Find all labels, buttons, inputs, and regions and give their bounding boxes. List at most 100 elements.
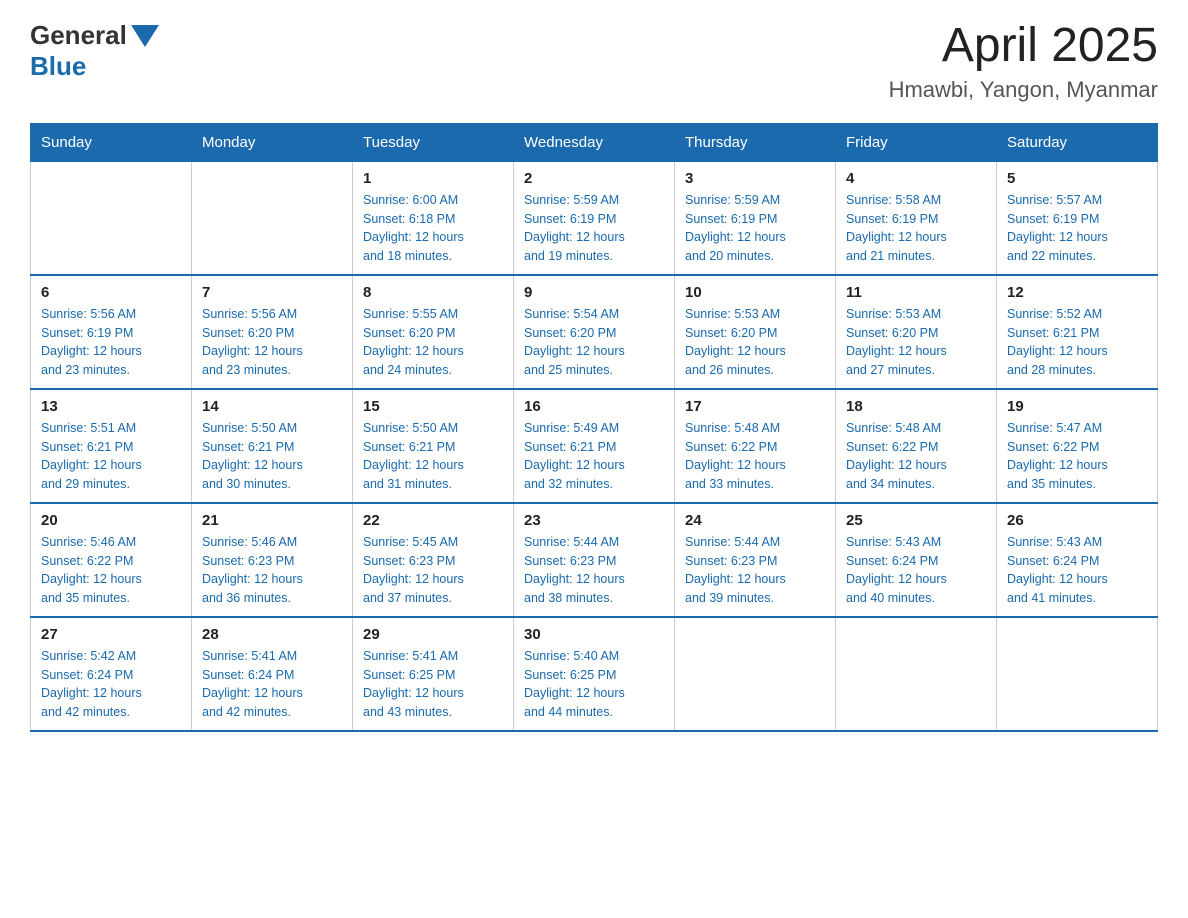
day-info: Sunrise: 5:40 AMSunset: 6:25 PMDaylight:…: [524, 647, 664, 722]
calendar-week-row: 1 Sunrise: 6:00 AMSunset: 6:18 PMDaylight…: [31, 161, 1158, 275]
day-number: 25: [846, 512, 986, 529]
day-number: 7: [202, 284, 342, 301]
day-info: Sunrise: 5:41 AMSunset: 6:25 PMDaylight:…: [363, 647, 503, 722]
day-number: 2: [524, 170, 664, 187]
day-info: Sunrise: 5:50 AMSunset: 6:21 PMDaylight:…: [363, 419, 503, 494]
calendar-cell: [675, 617, 836, 731]
day-info: Sunrise: 5:54 AMSunset: 6:20 PMDaylight:…: [524, 305, 664, 380]
day-number: 28: [202, 626, 342, 643]
day-number: 29: [363, 626, 503, 643]
logo-general-text: General: [30, 20, 127, 51]
day-info: Sunrise: 5:42 AMSunset: 6:24 PMDaylight:…: [41, 647, 181, 722]
calendar-table: SundayMondayTuesdayWednesdayThursdayFrid…: [30, 123, 1158, 732]
calendar-day-header: Tuesday: [353, 123, 514, 161]
calendar-cell: 29 Sunrise: 5:41 AMSunset: 6:25 PMDayligh…: [353, 617, 514, 731]
calendar-cell: 7 Sunrise: 5:56 AMSunset: 6:20 PMDaylight…: [192, 275, 353, 389]
day-info: Sunrise: 5:48 AMSunset: 6:22 PMDaylight:…: [846, 419, 986, 494]
calendar-cell: 22 Sunrise: 5:45 AMSunset: 6:23 PMDayligh…: [353, 503, 514, 617]
day-number: 14: [202, 398, 342, 415]
day-info: Sunrise: 5:43 AMSunset: 6:24 PMDaylight:…: [1007, 533, 1147, 608]
day-info: Sunrise: 5:45 AMSunset: 6:23 PMDaylight:…: [363, 533, 503, 608]
day-number: 21: [202, 512, 342, 529]
day-info: Sunrise: 5:44 AMSunset: 6:23 PMDaylight:…: [524, 533, 664, 608]
location-subtitle: Hmawbi, Yangon, Myanmar: [889, 77, 1158, 103]
calendar-cell: 25 Sunrise: 5:43 AMSunset: 6:24 PMDayligh…: [836, 503, 997, 617]
day-info: Sunrise: 5:50 AMSunset: 6:21 PMDaylight:…: [202, 419, 342, 494]
day-number: 13: [41, 398, 181, 415]
page-header: General Blue April 2025 Hmawbi, Yangon, …: [30, 20, 1158, 103]
calendar-cell: 10Sunrise: 5:53 AMSunset: 6:20 PMDayligh…: [675, 275, 836, 389]
calendar-cell: 3 Sunrise: 5:59 AMSunset: 6:19 PMDaylight…: [675, 161, 836, 275]
calendar-day-header: Friday: [836, 123, 997, 161]
calendar-cell: [836, 617, 997, 731]
day-number: 9: [524, 284, 664, 301]
calendar-cell: 19Sunrise: 5:47 AMSunset: 6:22 PMDayligh…: [997, 389, 1158, 503]
day-info: Sunrise: 5:58 AMSunset: 6:19 PMDaylight:…: [846, 191, 986, 266]
day-info: Sunrise: 5:59 AMSunset: 6:19 PMDaylight:…: [524, 191, 664, 266]
day-number: 15: [363, 398, 503, 415]
day-info: Sunrise: 5:41 AMSunset: 6:24 PMDaylight:…: [202, 647, 342, 722]
calendar-cell: 12Sunrise: 5:52 AMSunset: 6:21 PMDayligh…: [997, 275, 1158, 389]
calendar-week-row: 27Sunrise: 5:42 AMSunset: 6:24 PMDayligh…: [31, 617, 1158, 731]
day-info: Sunrise: 5:46 AMSunset: 6:23 PMDaylight:…: [202, 533, 342, 608]
logo-blue-text: Blue: [30, 51, 86, 82]
day-number: 11: [846, 284, 986, 301]
calendar-day-header: Wednesday: [514, 123, 675, 161]
calendar-cell: 21 Sunrise: 5:46 AMSunset: 6:23 PMDayligh…: [192, 503, 353, 617]
calendar-cell: 23Sunrise: 5:44 AMSunset: 6:23 PMDayligh…: [514, 503, 675, 617]
logo: General Blue: [30, 20, 159, 82]
calendar-day-header: Monday: [192, 123, 353, 161]
calendar-cell: 18 Sunrise: 5:48 AMSunset: 6:22 PMDayligh…: [836, 389, 997, 503]
calendar-cell: 24 Sunrise: 5:44 AMSunset: 6:23 PMDayligh…: [675, 503, 836, 617]
day-info: Sunrise: 5:46 AMSunset: 6:22 PMDaylight:…: [41, 533, 181, 608]
title-block: April 2025 Hmawbi, Yangon, Myanmar: [889, 20, 1158, 103]
calendar-header-row: SundayMondayTuesdayWednesdayThursdayFrid…: [31, 123, 1158, 161]
day-info: Sunrise: 5:48 AMSunset: 6:22 PMDaylight:…: [685, 419, 825, 494]
calendar-cell: 5 Sunrise: 5:57 AMSunset: 6:19 PMDaylight…: [997, 161, 1158, 275]
day-info: Sunrise: 5:56 AMSunset: 6:19 PMDaylight:…: [41, 305, 181, 380]
calendar-cell: 6 Sunrise: 5:56 AMSunset: 6:19 PMDaylight…: [31, 275, 192, 389]
calendar-week-row: 13Sunrise: 5:51 AMSunset: 6:21 PMDayligh…: [31, 389, 1158, 503]
day-number: 5: [1007, 170, 1147, 187]
day-info: Sunrise: 5:59 AMSunset: 6:19 PMDaylight:…: [685, 191, 825, 266]
calendar-cell: [192, 161, 353, 275]
day-info: Sunrise: 5:56 AMSunset: 6:20 PMDaylight:…: [202, 305, 342, 380]
day-number: 6: [41, 284, 181, 301]
day-info: Sunrise: 5:57 AMSunset: 6:19 PMDaylight:…: [1007, 191, 1147, 266]
calendar-day-header: Saturday: [997, 123, 1158, 161]
calendar-cell: 26 Sunrise: 5:43 AMSunset: 6:24 PMDayligh…: [997, 503, 1158, 617]
calendar-cell: 1 Sunrise: 6:00 AMSunset: 6:18 PMDaylight…: [353, 161, 514, 275]
day-info: Sunrise: 6:00 AMSunset: 6:18 PMDaylight:…: [363, 191, 503, 266]
day-number: 20: [41, 512, 181, 529]
calendar-cell: 28 Sunrise: 5:41 AMSunset: 6:24 PMDayligh…: [192, 617, 353, 731]
calendar-cell: 15 Sunrise: 5:50 AMSunset: 6:21 PMDayligh…: [353, 389, 514, 503]
day-info: Sunrise: 5:47 AMSunset: 6:22 PMDaylight:…: [1007, 419, 1147, 494]
calendar-day-header: Sunday: [31, 123, 192, 161]
day-info: Sunrise: 5:53 AMSunset: 6:20 PMDaylight:…: [685, 305, 825, 380]
day-info: Sunrise: 5:49 AMSunset: 6:21 PMDaylight:…: [524, 419, 664, 494]
day-number: 17: [685, 398, 825, 415]
calendar-cell: 16 Sunrise: 5:49 AMSunset: 6:21 PMDayligh…: [514, 389, 675, 503]
day-info: Sunrise: 5:52 AMSunset: 6:21 PMDaylight:…: [1007, 305, 1147, 380]
day-number: 18: [846, 398, 986, 415]
day-number: 24: [685, 512, 825, 529]
day-info: Sunrise: 5:44 AMSunset: 6:23 PMDaylight:…: [685, 533, 825, 608]
day-number: 16: [524, 398, 664, 415]
calendar-cell: 13Sunrise: 5:51 AMSunset: 6:21 PMDayligh…: [31, 389, 192, 503]
day-number: 26: [1007, 512, 1147, 529]
day-number: 22: [363, 512, 503, 529]
day-info: Sunrise: 5:53 AMSunset: 6:20 PMDaylight:…: [846, 305, 986, 380]
calendar-cell: [997, 617, 1158, 731]
calendar-cell: 14 Sunrise: 5:50 AMSunset: 6:21 PMDayligh…: [192, 389, 353, 503]
calendar-cell: 11 Sunrise: 5:53 AMSunset: 6:20 PMDayligh…: [836, 275, 997, 389]
day-info: Sunrise: 5:43 AMSunset: 6:24 PMDaylight:…: [846, 533, 986, 608]
calendar-cell: 17 Sunrise: 5:48 AMSunset: 6:22 PMDayligh…: [675, 389, 836, 503]
calendar-cell: 30Sunrise: 5:40 AMSunset: 6:25 PMDayligh…: [514, 617, 675, 731]
day-number: 8: [363, 284, 503, 301]
day-number: 1: [363, 170, 503, 187]
calendar-week-row: 6 Sunrise: 5:56 AMSunset: 6:19 PMDaylight…: [31, 275, 1158, 389]
day-number: 4: [846, 170, 986, 187]
day-number: 3: [685, 170, 825, 187]
calendar-cell: 8Sunrise: 5:55 AMSunset: 6:20 PMDaylight…: [353, 275, 514, 389]
calendar-cell: 4 Sunrise: 5:58 AMSunset: 6:19 PMDaylight…: [836, 161, 997, 275]
